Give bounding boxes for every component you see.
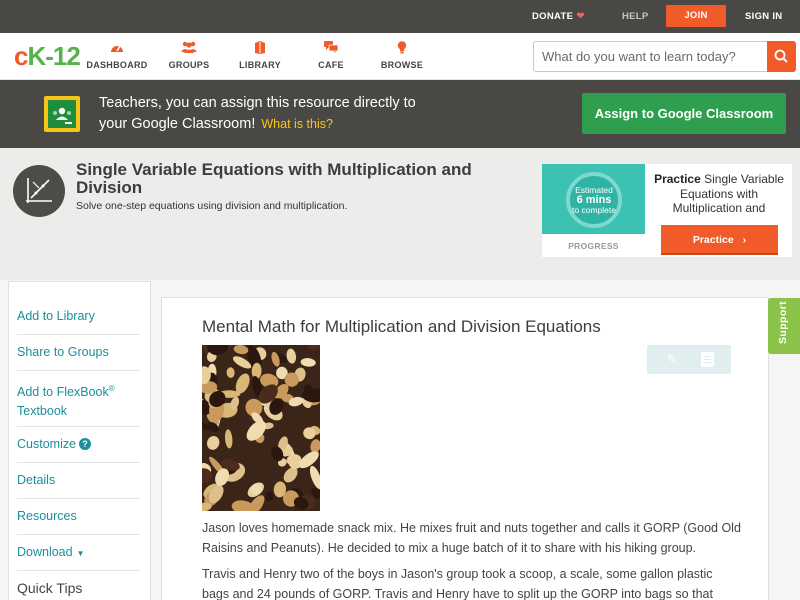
practice-button[interactable]: Practice ›	[661, 225, 778, 255]
pencil-icon[interactable]: ✎	[664, 351, 680, 368]
what-is-this-link[interactable]: What is this?	[261, 117, 333, 131]
search-icon	[774, 49, 788, 63]
quick-tips-heading[interactable]: Quick Tips	[17, 580, 82, 596]
donate-link[interactable]: DONATE ❤	[532, 0, 585, 33]
article-paragraph-2: Travis and Henry two of the boys in Jaso…	[202, 567, 713, 600]
sidebar-resources[interactable]: Resources	[17, 499, 140, 535]
nav-cafe[interactable]: CAFE	[296, 41, 366, 70]
article-title: Mental Math for Multiplication and Divis…	[202, 317, 601, 336]
groups-icon	[154, 41, 224, 56]
chevron-right-icon: ›	[742, 234, 747, 246]
sidebar: Add to Library Share to Groups Add to Fl…	[8, 281, 151, 600]
article-paragraph-1: Jason loves homemade snack mix. He mixes…	[202, 521, 741, 555]
heart-icon: ❤	[576, 11, 585, 22]
content-tools: ✎	[647, 345, 731, 374]
nav-browse[interactable]: BROWSE	[367, 41, 437, 70]
nav-library[interactable]: LIBRARY	[225, 41, 295, 70]
lightbulb-icon	[367, 41, 437, 56]
library-icon	[225, 41, 295, 56]
search-box	[533, 41, 796, 72]
sidebar-download[interactable]: Download ▼	[17, 535, 140, 571]
sidebar-add-to-library[interactable]: Add to Library	[17, 299, 140, 335]
nav-groups[interactable]: GROUPS	[154, 41, 224, 70]
page-subtitle: Solve one-step equations using division …	[76, 200, 348, 212]
notes-icon[interactable]	[701, 352, 714, 367]
progress-panel: Estimated 6 mins to complete PROGRESS	[542, 164, 645, 257]
sign-in-link[interactable]: SIGN IN	[745, 0, 782, 33]
estimate-ring: Estimated 6 mins to complete	[566, 172, 622, 228]
sidebar-share-to-groups[interactable]: Share to Groups	[17, 335, 140, 371]
page-title: Single Variable Equations with Multiplic…	[76, 160, 472, 197]
nav-dashboard[interactable]: DASHBOARD	[82, 41, 152, 70]
article-panel: Mental Math for Multiplication and Divis…	[161, 297, 769, 600]
join-button[interactable]: JOIN	[666, 5, 726, 27]
practice-description: Practice Single Variable Equations with …	[654, 172, 784, 215]
google-classroom-icon	[44, 96, 80, 132]
search-input[interactable]	[534, 42, 769, 71]
top-bar: DONATE ❤ HELP JOIN SIGN IN	[0, 0, 800, 33]
banner-text: Teachers, you can assign this resource d…	[99, 95, 416, 132]
gauge-icon	[82, 41, 152, 56]
practice-card: Estimated 6 mins to complete PROGRESS Pr…	[542, 164, 792, 257]
main-nav: cK-12 DASHBOARD GROUPS LIBRARY CAFE BROW…	[0, 33, 800, 80]
sidebar-details[interactable]: Details	[17, 463, 140, 499]
help-badge-icon[interactable]: ?	[79, 438, 92, 450]
search-button[interactable]	[767, 41, 796, 72]
caret-down-icon: ▼	[76, 549, 85, 558]
chat-bubbles-icon	[296, 41, 366, 56]
sidebar-add-to-flexbook[interactable]: Add to FlexBook® Textbook	[17, 371, 140, 427]
support-tab[interactable]: Support	[768, 298, 800, 354]
assign-google-classroom-button[interactable]: Assign to Google Classroom	[582, 93, 786, 134]
progress-label: PROGRESS	[568, 241, 619, 251]
help-link[interactable]: HELP	[622, 0, 649, 33]
sidebar-customize[interactable]: Customize?	[17, 427, 140, 463]
google-classroom-banner: Teachers, you can assign this resource d…	[0, 80, 800, 148]
graph-axes-icon	[13, 165, 65, 217]
ck12-logo[interactable]: cK-12	[14, 42, 81, 70]
snack-mix-image	[202, 345, 320, 511]
